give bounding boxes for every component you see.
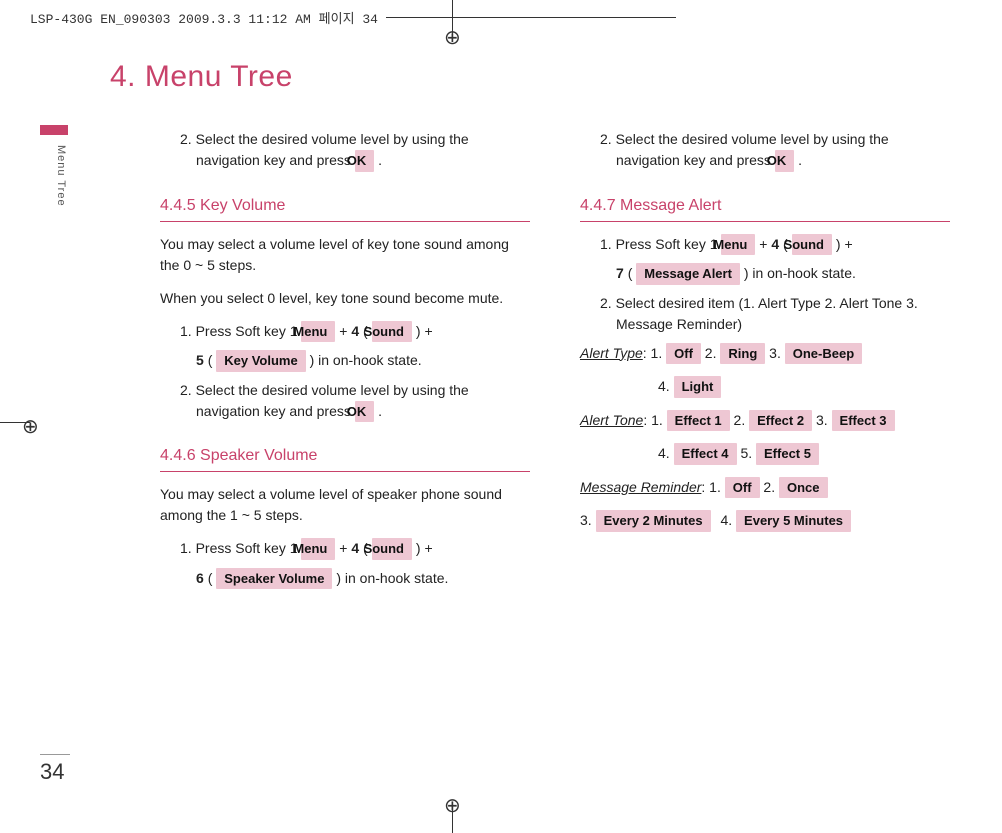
- step-text: 2. Select the desired volume level by us…: [180, 129, 530, 172]
- step-text: 1. Press Soft key 1 Menu + 4 ( Sound ) +: [600, 234, 950, 256]
- option-group-label: Alert Type: [580, 345, 643, 361]
- option-line: Alert Type: 1. Off 2. Ring 3. One-Beep: [580, 343, 950, 365]
- step-text: 2. Select the desired volume level by us…: [180, 380, 530, 423]
- ring-option: Ring: [720, 343, 765, 365]
- one-beep-option: One-Beep: [785, 343, 862, 365]
- digit-key: 4: [351, 323, 359, 339]
- step-continuation: 6 ( Speaker Volume ) in on-hook state.: [196, 568, 530, 590]
- off-option: Off: [725, 477, 760, 499]
- chapter-title: 4. Menu Tree: [110, 60, 952, 94]
- effect1-option: Effect 1: [667, 410, 730, 432]
- section-title: 4.4.5 Key Volume: [160, 194, 530, 222]
- digit-key: 4: [771, 236, 779, 252]
- paragraph: When you select 0 level, key tone sound …: [160, 288, 530, 309]
- paragraph: You may select a volume level of key ton…: [160, 234, 530, 276]
- effect2-option: Effect 2: [749, 410, 812, 432]
- off-option: Off: [666, 343, 701, 365]
- light-option: Light: [674, 376, 722, 398]
- sound-button-label: Sound: [372, 538, 412, 560]
- paragraph: You may select a volume level of speaker…: [160, 484, 530, 526]
- menu-button-label: Menu: [301, 538, 335, 560]
- menu-button-label: Menu: [721, 234, 755, 256]
- effect5-option: Effect 5: [756, 443, 819, 465]
- print-header-text: LSP-430G EN_090303 2009.3.3 11:12 AM 페이지…: [30, 8, 378, 27]
- option-line: 3. Every 2 Minutes 4. Every 5 Minutes: [580, 510, 950, 532]
- option-line: Message Reminder: 1. Off 2. Once: [580, 477, 950, 499]
- option-line: 4. Light: [658, 376, 950, 398]
- step-text: 1. Press Soft key 1 Menu + 4 ( Sound ) +: [180, 538, 530, 560]
- option-group-label: Alert Tone: [580, 412, 643, 428]
- two-column-layout: 2. Select the desired volume level by us…: [160, 129, 952, 597]
- every-5-minutes-option: Every 5 Minutes: [736, 510, 851, 532]
- effect3-option: Effect 3: [832, 410, 895, 432]
- crop-mark-icon: ⊕: [444, 25, 461, 50]
- footer-rule: [40, 754, 70, 755]
- step-text: 1. Press Soft key 1 Menu + 4 ( Sound ) +: [180, 321, 530, 343]
- step-continuation: 7 ( Message Alert ) in on-hook state.: [616, 263, 950, 285]
- option-line: 4. Effect 4 5. Effect 5: [658, 443, 950, 465]
- step-text: 2. Select the desired volume level by us…: [600, 129, 950, 172]
- digit-key: 7: [616, 265, 624, 281]
- option-group-label: Message Reminder: [580, 479, 701, 495]
- menu-button-label: Menu: [301, 321, 335, 343]
- left-column: 2. Select the desired volume level by us…: [160, 129, 530, 597]
- digit-key: 4: [351, 540, 359, 556]
- section-title: 4.4.6 Speaker Volume: [160, 444, 530, 472]
- message-alert-button-label: Message Alert: [636, 263, 740, 285]
- crop-mark-icon: ⊕: [22, 414, 39, 439]
- print-header: LSP-430G EN_090303 2009.3.3 11:12 AM 페이지…: [30, 8, 676, 27]
- step-continuation: 5 ( Key Volume ) in on-hook state.: [196, 350, 530, 372]
- right-column: 2. Select the desired volume level by us…: [580, 129, 950, 597]
- key-volume-button-label: Key Volume: [216, 350, 305, 372]
- sound-button-label: Sound: [792, 234, 832, 256]
- ok-button-label: OK: [775, 150, 795, 172]
- option-line: Alert Tone: 1. Effect 1 2. Effect 2 3. E…: [580, 410, 950, 432]
- ok-button-label: OK: [355, 401, 375, 423]
- digit-key: 5: [196, 352, 204, 368]
- step-text: 2. Select desired item (1. Alert Type 2.…: [600, 293, 950, 335]
- speaker-volume-button-label: Speaker Volume: [216, 568, 332, 590]
- effect4-option: Effect 4: [674, 443, 737, 465]
- ok-button-label: OK: [355, 150, 375, 172]
- once-option: Once: [779, 477, 828, 499]
- every-2-minutes-option: Every 2 Minutes: [596, 510, 711, 532]
- crop-mark-icon: ⊕: [444, 793, 461, 818]
- digit-key: 6: [196, 570, 204, 586]
- print-header-line: [386, 17, 676, 18]
- sound-button-label: Sound: [372, 321, 412, 343]
- page-number: 34: [40, 759, 64, 785]
- page-content: 4. Menu Tree 2. Select the desired volum…: [50, 60, 952, 783]
- section-title: 4.4.7 Message Alert: [580, 194, 950, 222]
